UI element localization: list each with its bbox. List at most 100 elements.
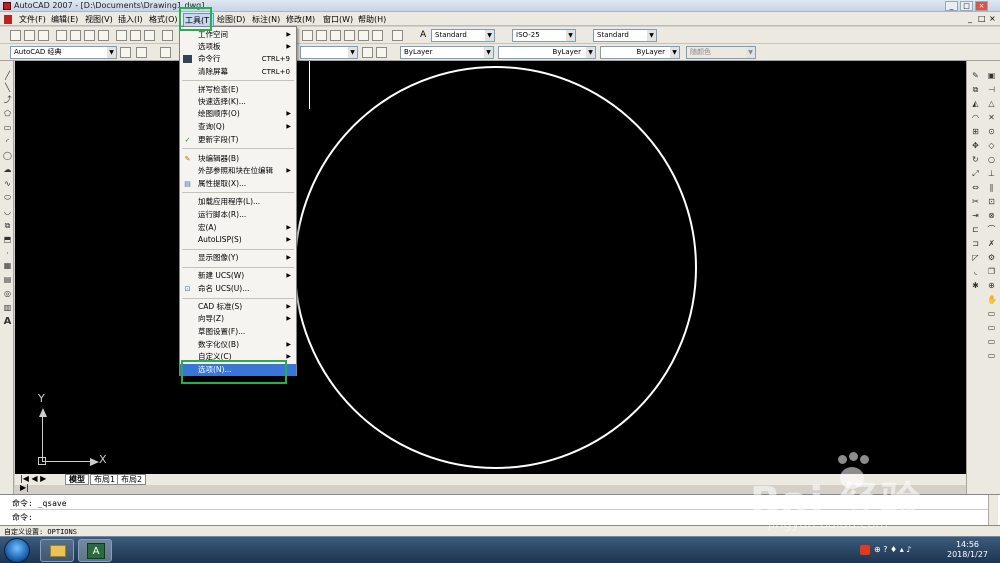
move-icon[interactable]: ✥	[971, 141, 980, 150]
doc-minimize-icon[interactable]: _	[968, 14, 972, 23]
snap-endpoint-icon[interactable]: ⊣	[987, 85, 996, 94]
menu-item-palettes[interactable]: 选项板 ▶	[180, 41, 296, 53]
array-icon[interactable]: ⊞	[971, 127, 980, 136]
zoom-tool-icon[interactable]: ⊕	[987, 281, 996, 290]
linetype-select[interactable]: ByLayer ▼	[498, 46, 596, 59]
menu-modify[interactable]: 修改(M)	[286, 14, 315, 25]
menu-item-tablet[interactable]: 数字化仪(B) ▶	[180, 339, 296, 351]
drawing-area[interactable]: Y X	[15, 61, 966, 474]
snap-midpoint-icon[interactable]: △	[987, 99, 996, 108]
layer-freeze-icon[interactable]: ▭	[987, 351, 996, 360]
ellipse-icon[interactable]: ⬭	[3, 193, 12, 202]
menu-item-update-fields[interactable]: ✓ 更新字段(T)	[180, 134, 296, 146]
menu-item-block-editor[interactable]: ✎ 块编辑器(B)	[180, 153, 296, 165]
make-block-icon[interactable]: ⬒	[3, 235, 12, 244]
minimize-button[interactable]: _	[945, 1, 958, 11]
menu-draw[interactable]: 绘图(D)	[217, 14, 245, 25]
help-icon[interactable]	[392, 30, 403, 41]
extend-icon[interactable]: ⇥	[971, 211, 980, 220]
save-workspace-icon[interactable]	[136, 47, 147, 58]
menu-item-xref-edit[interactable]: 外部参照和块在位编辑 ▶	[180, 165, 296, 177]
doc-close-icon[interactable]: ×	[989, 14, 996, 23]
polyline-icon[interactable]: ⤴	[3, 95, 12, 104]
snap-insert-icon[interactable]: ⊡	[987, 197, 996, 206]
snap-parallel-icon[interactable]: ∥	[987, 183, 996, 192]
snap-center-icon[interactable]: ⊙	[987, 127, 996, 136]
close-button[interactable]: ×	[975, 1, 988, 11]
tray-icons[interactable]: ⊕ ? ♦ ▴ ♪	[874, 545, 911, 554]
make-current-layer-icon[interactable]	[362, 47, 373, 58]
menu-item-run-script[interactable]: 运行脚本(R)...	[180, 209, 296, 221]
menu-item-clean-screen[interactable]: 清除屏幕 CTRL+0	[180, 66, 296, 78]
hatch-icon[interactable]: ▦	[3, 261, 12, 270]
menu-item-attribute-extraction[interactable]: ▤ 属性提取(X)...	[180, 178, 296, 190]
point-icon[interactable]: ·	[3, 249, 12, 258]
menu-item-autolisp[interactable]: AutoLISP(S) ▶	[180, 234, 296, 246]
snap-node-icon[interactable]: ⊗	[987, 211, 996, 220]
clock[interactable]: 14:56 2018/1/27	[940, 540, 995, 560]
layer-isolate-icon[interactable]: ▭	[987, 309, 996, 318]
layer-off-icon[interactable]: ▭	[987, 323, 996, 332]
insert-block-icon[interactable]: ⧉	[3, 221, 12, 230]
explorer-taskbar-icon[interactable]	[40, 539, 74, 562]
color-select[interactable]: ByLayer ▼	[400, 46, 494, 59]
scale-icon[interactable]: ⤢	[971, 169, 980, 178]
rotate-icon[interactable]: ↻	[971, 155, 980, 164]
tool-palettes-icon[interactable]	[330, 30, 341, 41]
snap-nearest-icon[interactable]: ⌒	[987, 225, 996, 234]
fillet-icon[interactable]: ◟	[971, 267, 980, 276]
layer-select[interactable]: ▼	[300, 46, 358, 59]
tab-layout2[interactable]: 布局2	[117, 474, 147, 485]
tab-nav-arrows[interactable]: |◀ ◀ ▶ ▶|	[17, 474, 59, 492]
match-properties-icon[interactable]	[162, 30, 173, 41]
tab-model[interactable]: 模型	[65, 474, 89, 485]
join-icon[interactable]: ⊐	[971, 239, 980, 248]
doc-restore-icon[interactable]: □	[978, 14, 986, 23]
workspace-settings-icon[interactable]	[120, 47, 131, 58]
circle-tool-icon[interactable]: ◯	[3, 151, 12, 160]
new-icon[interactable]	[10, 30, 21, 41]
menu-insert[interactable]: 插入(I)	[118, 14, 143, 25]
menu-file[interactable]: 文件(F)	[19, 14, 46, 25]
input-method-icon[interactable]	[860, 545, 870, 555]
ellipse-arc-icon[interactable]: ◡	[3, 207, 12, 216]
erase-icon[interactable]: ✎	[971, 71, 980, 80]
lineweight-select[interactable]: ByLayer ▼	[600, 46, 680, 59]
menu-item-new-ucs[interactable]: 新建 UCS(W) ▶	[180, 270, 296, 282]
layer-previous-icon[interactable]	[376, 47, 387, 58]
offset-icon[interactable]: ◠	[971, 113, 980, 122]
design-center-icon[interactable]	[316, 30, 327, 41]
plot-icon[interactable]	[56, 30, 67, 41]
snap-tangent-icon[interactable]: ○	[987, 155, 996, 164]
menu-item-load-application[interactable]: 加载应用程序(L)...	[180, 196, 296, 208]
table-style-select[interactable]: Standard ▼	[593, 29, 657, 42]
menu-window[interactable]: 窗口(W)	[323, 14, 353, 25]
line-icon[interactable]: ╱	[3, 71, 12, 80]
sheet-set-icon[interactable]	[344, 30, 355, 41]
command-prompt[interactable]: 命令:	[12, 512, 33, 523]
properties-icon[interactable]	[302, 30, 313, 41]
layer-lock-icon[interactable]: ▭	[987, 337, 996, 346]
quickcalc-icon[interactable]	[372, 30, 383, 41]
publish-icon[interactable]	[84, 30, 95, 41]
menu-item-draw-order[interactable]: 绘图顺序(O) ▶	[180, 108, 296, 120]
stretch-icon[interactable]: ⇔	[971, 183, 980, 192]
osnap-settings-icon[interactable]: ⚙	[987, 253, 996, 262]
table-icon[interactable]: ▥	[3, 303, 12, 312]
menu-item-quick-select[interactable]: 快速选择(K)...	[180, 96, 296, 108]
save-icon[interactable]	[38, 30, 49, 41]
chamfer-icon[interactable]: ◸	[971, 253, 980, 262]
explode-icon[interactable]: ✱	[971, 281, 980, 290]
break-icon[interactable]: ⊏	[971, 225, 980, 234]
spline-icon[interactable]: ∿	[3, 179, 12, 188]
text-style-select[interactable]: Standard ▼	[431, 29, 495, 42]
menu-edit[interactable]: 编辑(E)	[51, 14, 78, 25]
menu-item-named-ucs[interactable]: ⊡ 命名 UCS(U)...	[180, 283, 296, 295]
menu-dimension[interactable]: 标注(N)	[252, 14, 280, 25]
menu-item-command-line[interactable]: 命令行 CTRL+9	[180, 53, 296, 65]
menu-item-wizards[interactable]: 向导(Z) ▶	[180, 313, 296, 325]
etransmit-icon[interactable]	[98, 30, 109, 41]
autocad-app-icon[interactable]	[3, 2, 11, 10]
region-icon[interactable]: ◎	[3, 289, 12, 298]
menu-format[interactable]: 格式(O)	[149, 14, 178, 25]
